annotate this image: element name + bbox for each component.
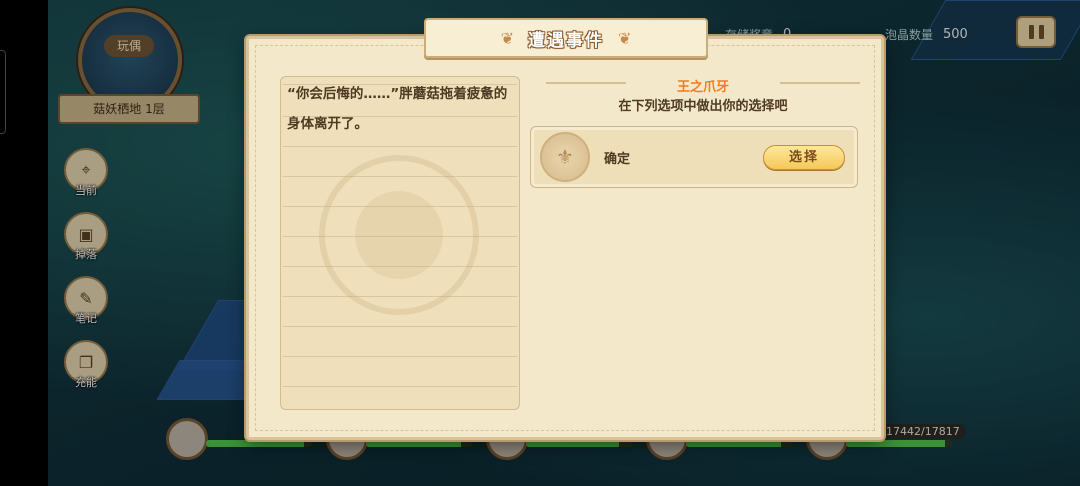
fleur-emblem-icon: ⚜ xyxy=(540,132,590,182)
rabbit-emblem-watermark-icon xyxy=(319,155,479,315)
dialog-title-tab: ❦ 遭遇事件 ❦ xyxy=(424,18,708,58)
device-notch xyxy=(0,50,6,134)
option-label: 确定 xyxy=(604,152,631,167)
event-name: 王之爪牙 xyxy=(676,80,729,95)
ornament-icon: ❦ xyxy=(618,28,632,48)
dialog-title: 遭遇事件 xyxy=(528,30,604,51)
screen-edge xyxy=(0,0,48,486)
story-text: “你会后悔的……”胖蘑菇拖着疲惫的身体离开了。 xyxy=(287,86,508,132)
choose-button[interactable]: 选择 xyxy=(763,145,845,170)
ornament-icon: ❦ xyxy=(500,28,514,48)
event-prompt: 在下列选项中做出你的选择吧 xyxy=(618,99,788,114)
story-panel: “你会后悔的……”胖蘑菇拖着疲惫的身体离开了。 xyxy=(280,76,520,410)
